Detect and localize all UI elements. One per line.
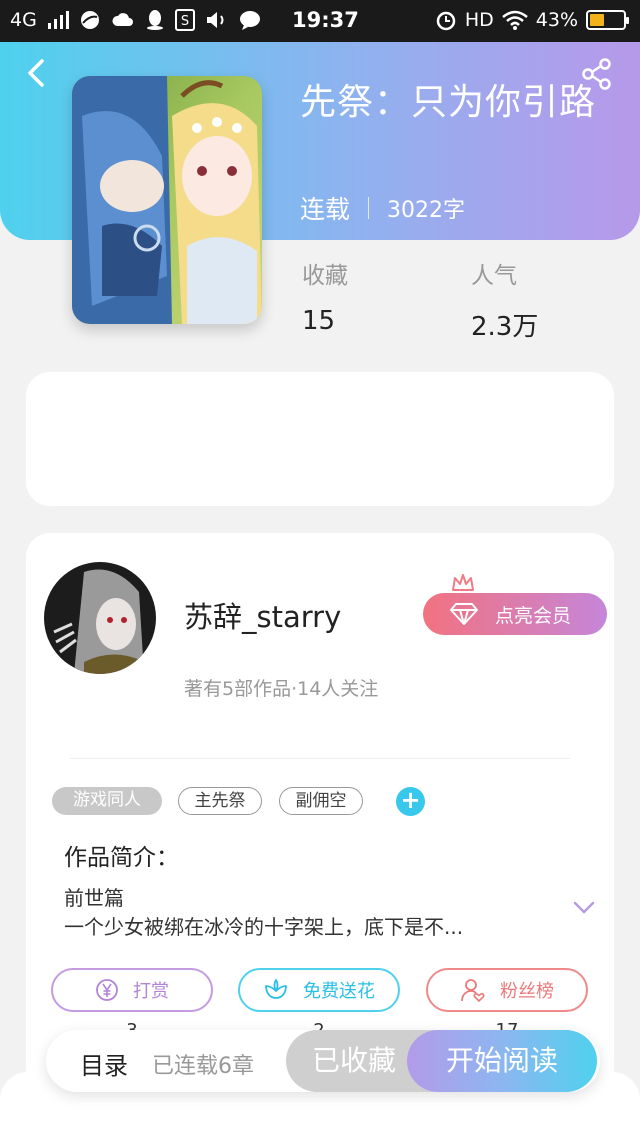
crown-icon bbox=[452, 574, 474, 591]
intro-text[interactable]: 前世篇 一个少女被绑在冰冷的十字架上，底下是不... bbox=[64, 884, 544, 942]
start-reading-button[interactable]: 开始阅读 bbox=[407, 1030, 597, 1092]
s-app-icon: S bbox=[174, 9, 195, 31]
book-title: 先祭：只为你引路 bbox=[300, 82, 597, 123]
fav-value: 15 bbox=[302, 306, 336, 336]
divider bbox=[70, 758, 570, 759]
book-meta: 连载 3022字 bbox=[300, 190, 465, 226]
status-bar: 4G S 19:37 HD 43% bbox=[0, 0, 640, 42]
chevron-down-icon[interactable] bbox=[572, 900, 596, 916]
signal-icon bbox=[47, 11, 69, 29]
stat-favorites: 收藏 15 bbox=[302, 256, 348, 336]
yen-coin-icon bbox=[96, 979, 118, 1001]
author-info: 著有5部作品·14人关注 bbox=[184, 678, 379, 700]
battery-icon bbox=[586, 10, 629, 30]
author-name[interactable]: 苏辞_starry bbox=[184, 594, 341, 636]
serial-status: 连载 bbox=[300, 195, 351, 224]
hd-label: HD bbox=[464, 9, 494, 31]
flower-icon bbox=[265, 979, 287, 999]
back-icon[interactable] bbox=[20, 55, 56, 91]
fans-label: 粉丝榜 bbox=[500, 981, 554, 1002]
stat-popularity: 人气 2.3万 bbox=[471, 256, 538, 343]
member-label: 点亮会员 bbox=[495, 604, 572, 627]
browser-icon bbox=[80, 11, 99, 29]
meta-divider bbox=[368, 197, 370, 219]
message-icon bbox=[239, 11, 260, 30]
author-avatar[interactable] bbox=[44, 562, 156, 674]
fans-ranking-button[interactable]: 粉丝榜 bbox=[426, 968, 588, 1012]
pop-label: 人气 bbox=[471, 263, 517, 289]
tip-button[interactable]: 打赏 bbox=[51, 968, 213, 1012]
tag-main-char[interactable]: 主先祭 bbox=[178, 787, 262, 815]
pop-value: 2.3万 bbox=[471, 312, 539, 342]
toc-button[interactable]: 目录 bbox=[80, 1046, 128, 1081]
fav-label: 收藏 bbox=[302, 263, 348, 289]
blank-card bbox=[26, 372, 614, 506]
network-label: 4G bbox=[10, 9, 37, 31]
tag-sub-char[interactable]: 副佣空 bbox=[279, 787, 363, 815]
intro-line-2: 一个少女被绑在冰冷的十字架上，底下是不... bbox=[64, 915, 464, 939]
clock: 19:37 bbox=[292, 8, 359, 32]
tip-label: 打赏 bbox=[133, 981, 169, 1002]
add-tag-button[interactable]: + bbox=[396, 787, 425, 816]
user-heart-icon bbox=[461, 979, 485, 1003]
battery-percent: 43% bbox=[535, 9, 578, 31]
word-count: 3022字 bbox=[387, 198, 466, 223]
cloud-icon bbox=[112, 13, 133, 26]
chapter-status: 已连载6章 bbox=[152, 1054, 254, 1079]
qq-icon bbox=[146, 10, 163, 30]
svg-text:S: S bbox=[181, 14, 189, 29]
tag-category[interactable]: 游戏同人 bbox=[52, 787, 162, 815]
diamond-icon bbox=[450, 603, 478, 625]
send-flower-button[interactable]: 免费送花 bbox=[238, 968, 400, 1012]
intro-label: 作品简介： bbox=[64, 845, 179, 871]
volume-icon bbox=[206, 12, 224, 28]
alarm-icon bbox=[436, 11, 456, 31]
wifi-icon bbox=[501, 10, 528, 30]
member-button[interactable]: 点亮会员 bbox=[423, 593, 607, 635]
intro-line-1: 前世篇 bbox=[64, 886, 124, 910]
flower-label: 免费送花 bbox=[303, 981, 375, 1002]
book-cover[interactable] bbox=[72, 76, 262, 324]
